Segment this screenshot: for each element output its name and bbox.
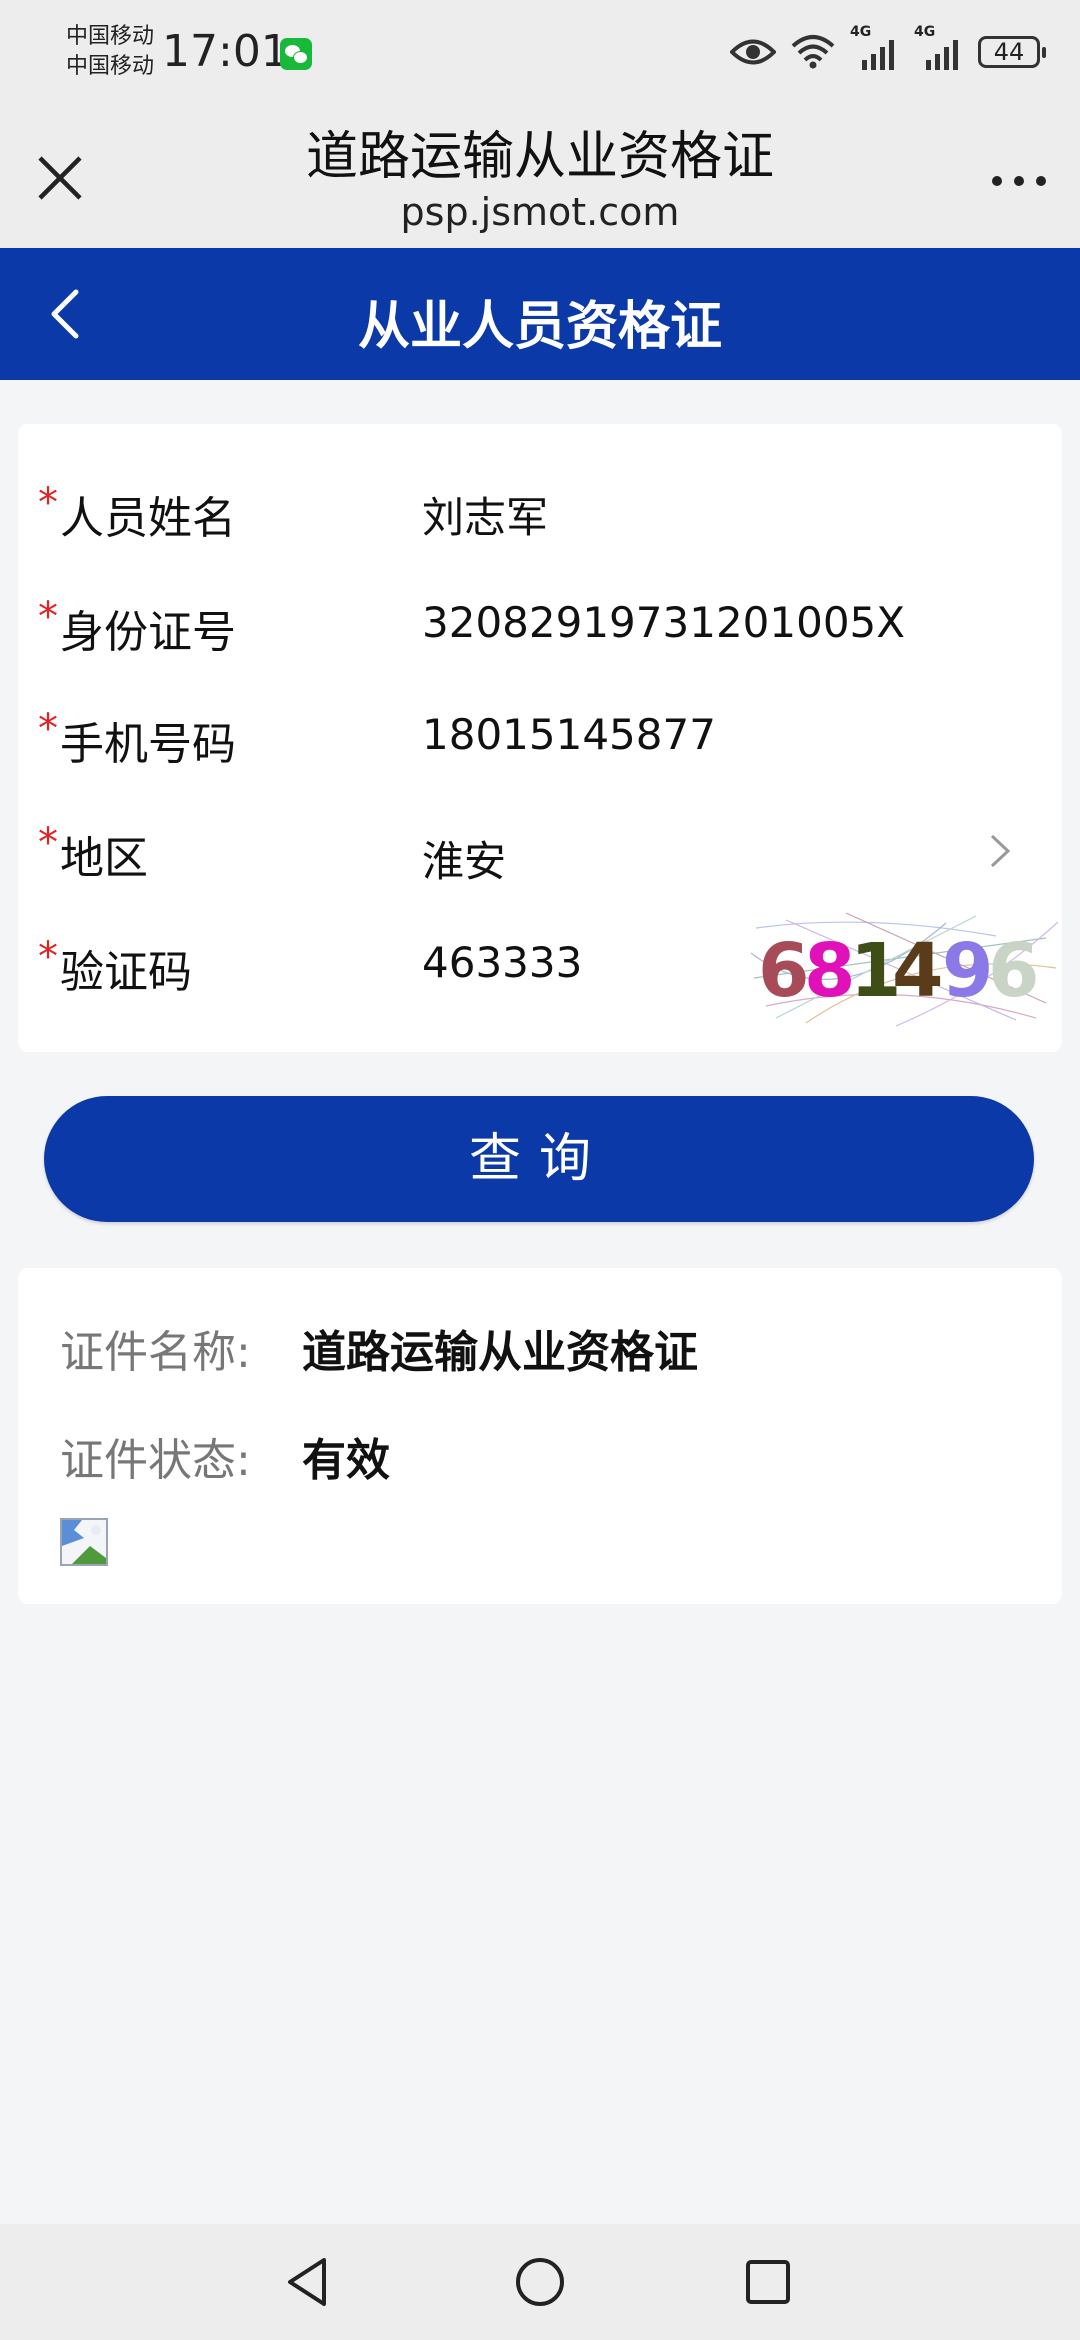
page-domain: psp.jsmot.com xyxy=(400,190,680,234)
page-title: 道路运输从业资格证 xyxy=(305,127,774,187)
certificate-name-label: 证件名称: xyxy=(60,1327,251,1378)
certificate-status-label: 证件状态: xyxy=(60,1435,251,1486)
certificate-status-value: 有效 xyxy=(302,1435,390,1486)
id-number-input[interactable]: 32082919731201005X xyxy=(422,598,905,647)
query-form: * 人员姓名 刘志军 * 身份证号 32082919731201005X * 手… xyxy=(18,424,1062,1052)
more-icon xyxy=(992,176,1046,186)
phone-row: * 手机号码 18015145877 xyxy=(18,680,1062,790)
broken-image-icon xyxy=(60,1518,108,1566)
wifi-icon xyxy=(790,34,836,70)
signal-icon: 4G xyxy=(850,24,900,74)
captcha-digit: 6 xyxy=(988,928,1040,1014)
region-label: 地区 xyxy=(60,833,148,884)
captcha-digit: 6 xyxy=(758,928,810,1014)
nav-recents-icon xyxy=(746,2260,790,2304)
certificate-name-value: 道路运输从业资格证 xyxy=(302,1327,698,1378)
clock: 17:01 xyxy=(162,26,289,77)
name-row: * 人员姓名 刘志军 xyxy=(18,454,1062,564)
nav-home-icon xyxy=(516,2258,564,2306)
navigation-bar xyxy=(0,2224,1080,2340)
wechat-icon xyxy=(280,38,312,70)
result-card: 证件名称: 道路运输从业资格证 证件状态: 有效 xyxy=(18,1268,1062,1604)
browser-title-bar: 道路运输从业资格证 psp.jsmot.com xyxy=(0,100,1080,248)
required-mark: * xyxy=(38,594,58,640)
name-label: 人员姓名 xyxy=(60,493,236,544)
region-select[interactable]: 淮安 xyxy=(422,828,506,889)
captcha-input[interactable]: 463333 xyxy=(422,938,582,987)
chevron-right-icon xyxy=(990,834,1011,868)
app-header: 从业人员资格证 xyxy=(0,248,1080,380)
nav-home-button[interactable] xyxy=(510,2252,570,2312)
header-title: 从业人员资格证 xyxy=(357,297,722,357)
carrier-info: 中国移动 中国移动 xyxy=(66,22,154,82)
phone-label: 手机号码 xyxy=(60,719,236,770)
signal-icon: 4G xyxy=(914,24,964,74)
region-row[interactable]: * 地区 淮安 xyxy=(18,794,1062,904)
nav-back-icon xyxy=(288,2258,326,2306)
status-bar: 中国移动 中国移动 17:01 4G 4G 44 xyxy=(0,0,1080,100)
name-input[interactable]: 刘志军 xyxy=(422,484,548,545)
more-button[interactable] xyxy=(984,156,1054,206)
required-mark: * xyxy=(38,934,58,980)
captcha-digit: 9 xyxy=(942,928,994,1014)
phone-input[interactable]: 18015145877 xyxy=(422,710,716,759)
nav-recents-button[interactable] xyxy=(738,2252,798,2312)
captcha-digit: 8 xyxy=(804,928,856,1014)
carrier-1: 中国移动 xyxy=(66,24,155,49)
required-mark: * xyxy=(38,706,58,752)
captcha-row: * 验证码 463333 6 8 1 4 9 6 xyxy=(18,908,1062,1027)
required-mark: * xyxy=(38,820,58,866)
carrier-2: 中国移动 xyxy=(66,54,155,79)
captcha-image[interactable]: 6 8 1 4 9 6 xyxy=(746,908,1062,1028)
battery-icon: 44 xyxy=(978,36,1046,68)
captcha-digit: 4 xyxy=(892,928,944,1014)
status-icons: 4G 4G 44 xyxy=(730,24,1046,74)
captcha-label: 验证码 xyxy=(60,947,192,998)
id-number-row: * 身份证号 32082919731201005X xyxy=(18,568,1062,678)
query-button[interactable]: 查询 xyxy=(44,1096,1034,1222)
id-number-label: 身份证号 xyxy=(60,607,236,658)
required-mark: * xyxy=(38,480,58,526)
nav-back-button[interactable] xyxy=(278,2252,338,2312)
eye-icon xyxy=(730,37,776,67)
